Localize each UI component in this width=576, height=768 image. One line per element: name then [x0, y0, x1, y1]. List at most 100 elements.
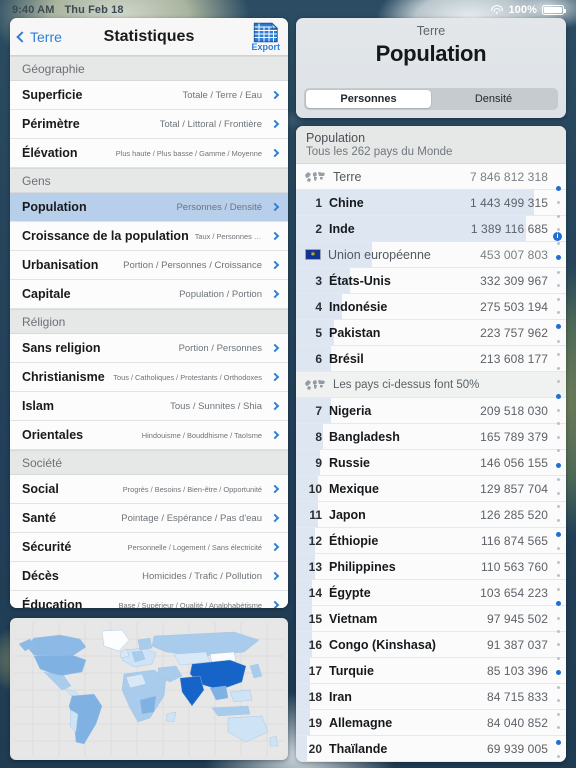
ranking-row[interactable]: 3 États-Unis 332 309 967	[296, 268, 566, 294]
ranking-row[interactable]: 16 Congo (Kinshasa) 91 387 037	[296, 632, 566, 658]
index-dot[interactable]	[556, 518, 560, 522]
index-dot[interactable]	[555, 739, 561, 745]
index-dot[interactable]	[556, 310, 560, 314]
export-button[interactable]: Export	[251, 21, 280, 52]
index-dot[interactable]	[555, 255, 561, 261]
index-dot[interactable]	[556, 409, 560, 412]
ranking-row-value: 110 563 760	[481, 559, 548, 574]
ranking-row[interactable]: 19 Allemagne 84 040 852	[296, 710, 566, 736]
index-dot[interactable]	[556, 435, 560, 439]
rank-number: 5	[315, 325, 322, 340]
index-dot[interactable]	[555, 462, 561, 468]
index-dot[interactable]	[556, 449, 560, 453]
index-dot[interactable]	[556, 339, 560, 343]
index-dot[interactable]	[555, 393, 561, 399]
ranking-row[interactable]: 11 Japon 126 285 520	[296, 502, 566, 528]
index-dot[interactable]	[556, 630, 560, 633]
index-dot[interactable]	[556, 587, 560, 591]
ranking-row[interactable]: 4 Indonésie 275 503 194	[296, 294, 566, 320]
category-row[interactable]: Éducation Base / Supérieur / Qualité / An…	[10, 591, 288, 608]
world-choropleth-map[interactable]	[10, 618, 288, 760]
ranking-row[interactable]: 10 Mexique 129 857 704	[296, 476, 566, 502]
index-dot[interactable]	[556, 547, 560, 551]
category-subtitle: Population / Portion	[179, 288, 262, 300]
category-subtitle: Plus haute / Plus basse / Gamme / Moyenn…	[115, 148, 262, 158]
ranking-row[interactable]: 15 Vietnam 97 945 502	[296, 606, 566, 632]
rank-number: 18	[308, 689, 322, 704]
ranking-row-list[interactable]: Terre 7 846 812 318 1 Chine 1 443 499 315 2 In…	[296, 164, 566, 762]
index-dot[interactable]	[556, 366, 560, 370]
category-row[interactable]: Décès Homicides / Trafic / Pollution	[10, 562, 288, 591]
category-row[interactable]: Christianisme Tous / Catholiques / Protes…	[10, 363, 288, 392]
index-dot[interactable]	[555, 601, 561, 607]
category-row[interactable]: Élévation Plus haute / Plus basse / Gamme…	[10, 139, 288, 168]
index-dot[interactable]	[556, 616, 560, 620]
index-dot[interactable]	[555, 670, 561, 676]
index-dot[interactable]	[556, 284, 560, 288]
ranking-row[interactable]: 5 Pakistan 223 757 962	[296, 320, 566, 346]
category-subtitle: Progrès / Besoins / Bien-être / Opportun…	[122, 484, 262, 494]
ranking-row[interactable]: 1 Chine 1 443 499 315	[296, 190, 566, 216]
ranking-row[interactable]: 13 Philippines 110 563 760	[296, 554, 566, 580]
category-row[interactable]: Urbanisation Portion / Personnes / Croiss…	[10, 251, 288, 280]
index-dot[interactable]	[556, 656, 560, 660]
index-dot[interactable]	[556, 478, 560, 482]
index-dot[interactable]	[556, 422, 560, 426]
category-title: Croissance de la population	[22, 229, 189, 243]
category-row[interactable]: Population Personnes / Densité	[10, 193, 288, 222]
index-dot[interactable]	[555, 531, 561, 537]
index-dot[interactable]	[556, 699, 560, 703]
index-dot[interactable]	[556, 754, 560, 758]
index-dot[interactable]	[556, 505, 560, 509]
index-dot[interactable]	[556, 685, 560, 689]
segment-densité[interactable]: Densité	[431, 90, 556, 108]
info-badge[interactable]: i	[553, 232, 562, 241]
category-list[interactable]: Géographie Superficie Totale / Terre / Eau…	[10, 56, 288, 608]
index-dot[interactable]	[556, 643, 560, 647]
ranking-row[interactable]: 12 Éthiopie 116 874 565	[296, 528, 566, 554]
category-row[interactable]: Capitale Population / Portion	[10, 280, 288, 309]
ranking-row[interactable]: 9 Russie 146 056 155	[296, 450, 566, 476]
category-row[interactable]: Islam Tous / Sunnites / Shia	[10, 392, 288, 421]
metric-segmented-control[interactable]: Personnes Densité	[304, 88, 558, 110]
index-dot[interactable]	[556, 712, 560, 716]
section-index-scrubber[interactable]	[552, 186, 564, 758]
index-dot[interactable]	[556, 241, 560, 245]
ranking-note-row[interactable]: Les pays ci-dessus font 50%	[296, 372, 566, 398]
category-subtitle: Taux / Personnes / Fréquence de croissan…	[194, 231, 262, 241]
category-row[interactable]: Périmètre Total / Littoral / Frontière	[10, 110, 288, 139]
category-row[interactable]: Sans religion Portion / Personnes	[10, 334, 288, 363]
ranking-row-name: Éthiopie	[329, 533, 379, 548]
index-dot[interactable]	[556, 201, 560, 205]
category-row[interactable]: Croissance de la population Taux / Person…	[10, 222, 288, 251]
index-dot[interactable]	[556, 270, 560, 274]
segment-personnes[interactable]: Personnes	[306, 90, 431, 108]
category-row[interactable]: Superficie Totale / Terre / Eau	[10, 81, 288, 110]
ranking-row[interactable]: 8 Bangladesh 165 789 379	[296, 424, 566, 450]
ranking-row[interactable]: 20 Thaïlande 69 939 005	[296, 736, 566, 762]
ranking-row[interactable]: 7 Nigeria 209 518 030	[296, 398, 566, 424]
index-dot[interactable]	[556, 214, 560, 218]
ranking-row[interactable]: 17 Turquie 85 103 396	[296, 658, 566, 684]
category-row[interactable]: Social Progrès / Besoins / Bien-être / Op…	[10, 475, 288, 504]
index-dot[interactable]	[555, 324, 561, 330]
index-dot[interactable]	[556, 560, 560, 564]
index-dot[interactable]	[556, 726, 560, 730]
index-dot[interactable]	[556, 228, 560, 232]
index-dot[interactable]	[556, 353, 560, 357]
index-dot[interactable]	[556, 380, 560, 384]
ranking-row[interactable]: ∗ Union européenne 453 007 803	[296, 242, 566, 268]
ranking-row[interactable]: 2 Inde 1 389 116 685	[296, 216, 566, 242]
ranking-row[interactable]: 6 Brésil 213 608 177	[296, 346, 566, 372]
ranking-row[interactable]: Terre 7 846 812 318	[296, 164, 566, 190]
category-row[interactable]: Sécurité Personnelle / Logement / Sans él…	[10, 533, 288, 562]
index-dot[interactable]	[556, 491, 560, 495]
ranking-row[interactable]: 14 Égypte 103 654 223	[296, 580, 566, 606]
index-dot[interactable]	[556, 297, 560, 301]
category-row[interactable]: Santé Pointage / Espérance / Pas d'eau	[10, 504, 288, 533]
ranking-row[interactable]: 18 Iran 84 715 833	[296, 684, 566, 710]
category-row[interactable]: Orientales Hindouisme / Bouddhisme / Taoï…	[10, 421, 288, 450]
back-button[interactable]: Terre	[10, 29, 62, 45]
index-dot[interactable]	[556, 574, 560, 578]
index-dot[interactable]	[555, 186, 561, 191]
